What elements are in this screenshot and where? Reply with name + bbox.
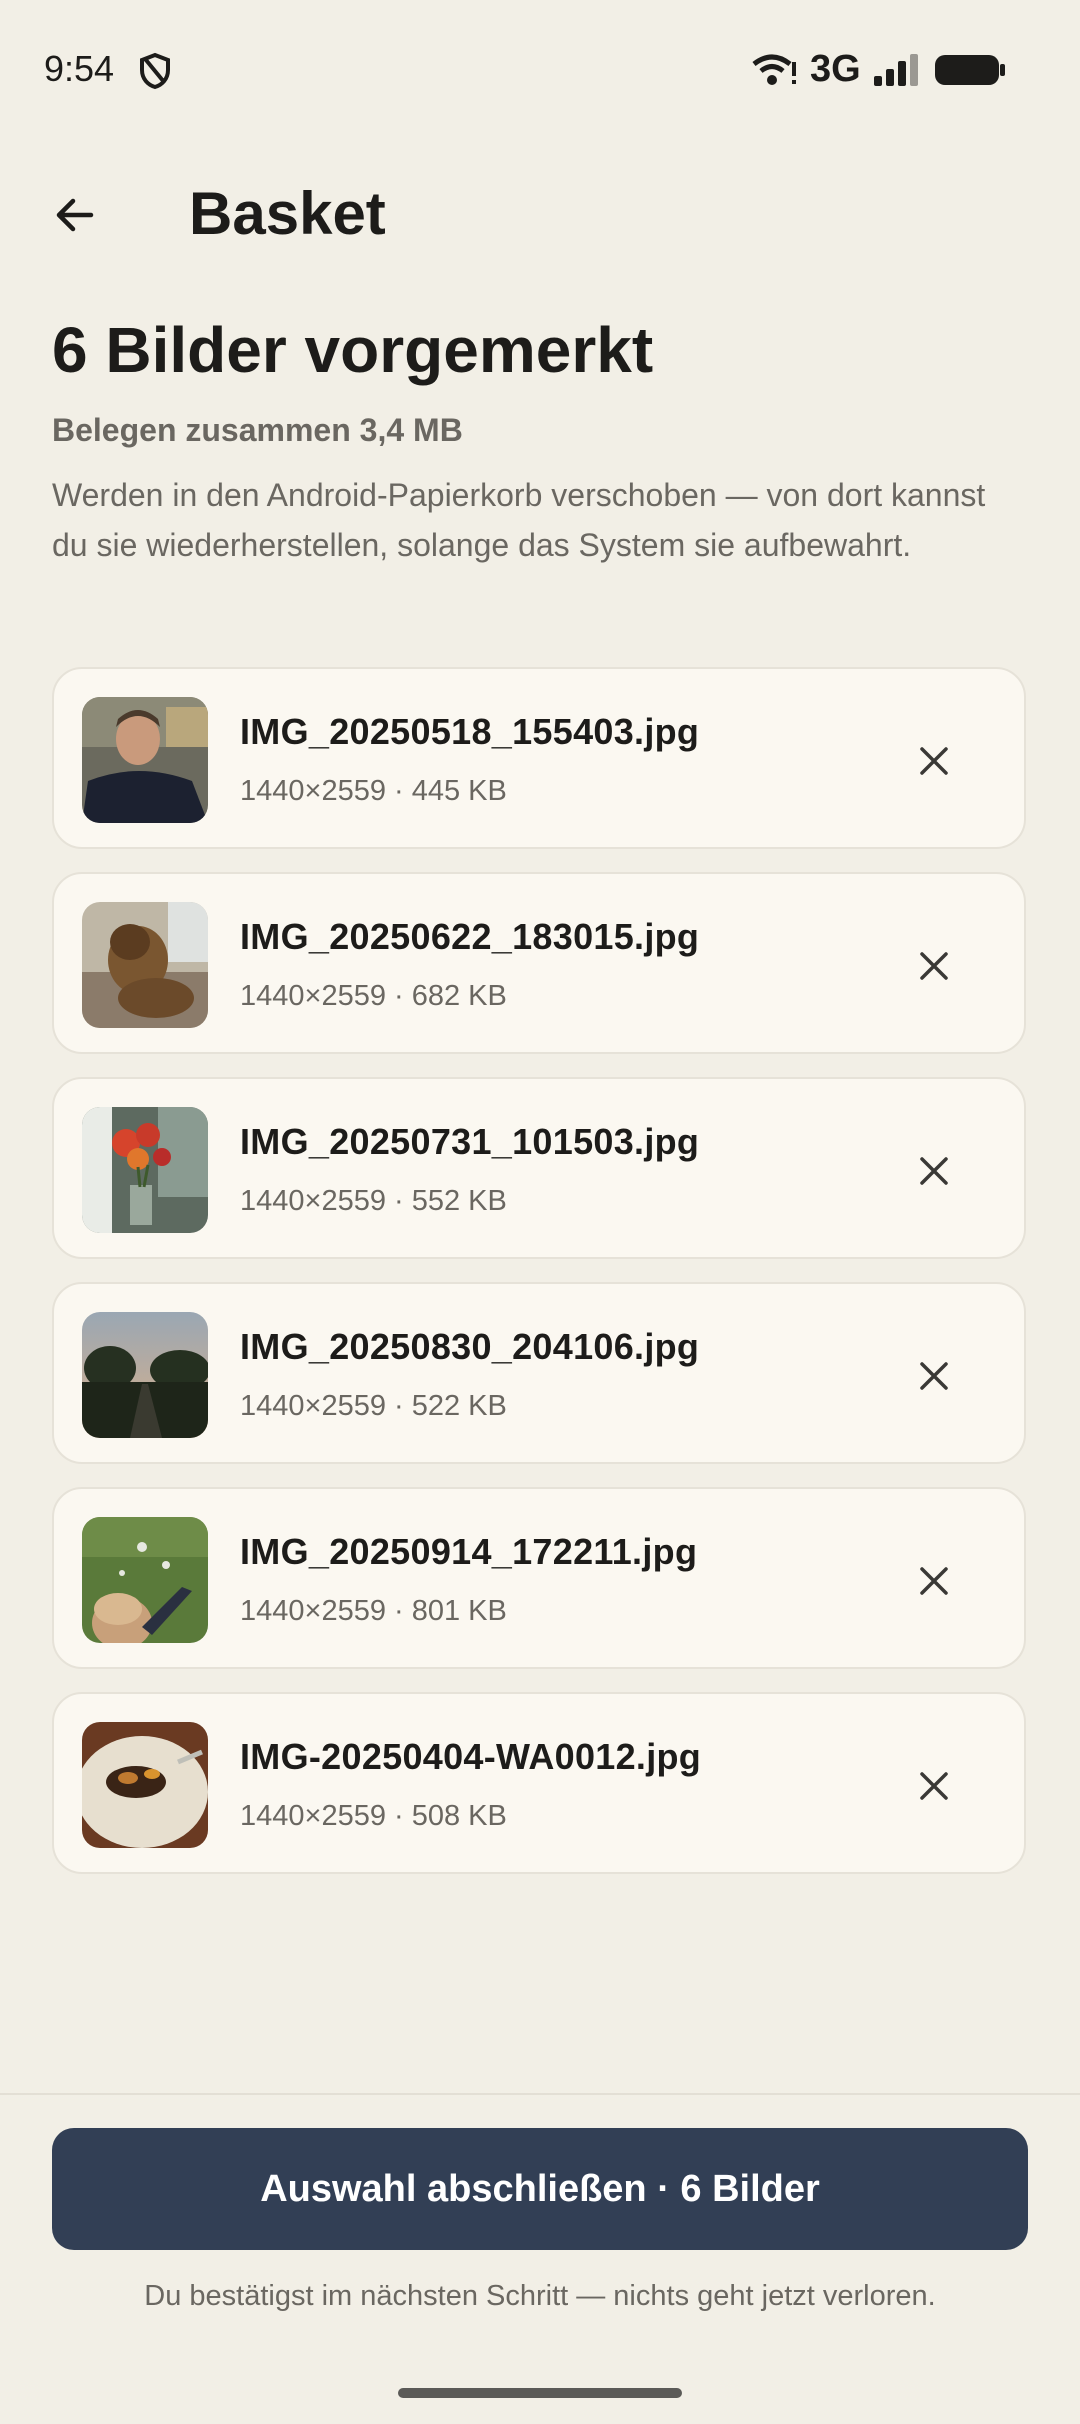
app-title: Basket: [189, 180, 386, 247]
close-icon: [920, 952, 948, 980]
file-meta: 1440×2559 · 522 KB: [240, 1390, 507, 1422]
file-meta: 1440×2559 · 445 KB: [240, 775, 507, 807]
close-icon: [920, 1362, 948, 1390]
size-summary: Belegen zusammen 3,4 MB: [52, 412, 463, 448]
remove-button[interactable]: [904, 936, 964, 996]
remove-button[interactable]: [904, 1346, 964, 1406]
arrow-left-icon: [56, 198, 94, 232]
shield-icon: [138, 52, 172, 90]
thumbnail-image: [82, 697, 208, 823]
file-card[interactable]: IMG_20250622_183015.jpg 1440×2559 · 682 …: [52, 872, 1026, 1054]
battery-icon: [934, 54, 1006, 86]
remove-button[interactable]: [904, 1141, 964, 1201]
bottom-divider: [0, 2093, 1080, 2095]
file-name: IMG_20250622_183015.jpg: [240, 916, 700, 957]
back-button[interactable]: [40, 180, 110, 250]
status-bar: 9:54 3G: [0, 0, 1080, 140]
file-name: IMG-20250404-WA0012.jpg: [240, 1736, 702, 1777]
file-list: IMG_20250518_155403.jpg 1440×2559 · 445 …: [52, 667, 1026, 1897]
remove-button[interactable]: [904, 1551, 964, 1611]
file-card[interactable]: IMG-20250404-WA0012.jpg 1440×2559 · 508 …: [52, 1692, 1026, 1874]
status-time: 9:54: [44, 48, 115, 89]
file-name: IMG_20250518_155403.jpg: [240, 711, 700, 752]
thumbnail-image: [82, 1312, 208, 1438]
thumbnail-image: [82, 902, 208, 1028]
thumbnail-image: [82, 1722, 208, 1848]
thumbnail-image: [82, 1107, 208, 1233]
file-name: IMG_20250830_204106.jpg: [240, 1326, 700, 1367]
remove-button[interactable]: [904, 731, 964, 791]
wifi-icon: [752, 52, 798, 88]
confirm-selection-button[interactable]: Auswahl abschließen · 6 Bilder: [52, 2128, 1028, 2250]
close-icon: [920, 1772, 948, 1800]
thumbnail-image: [82, 1517, 208, 1643]
close-icon: [920, 1567, 948, 1595]
close-icon: [920, 1157, 948, 1185]
footnote-text: Du bestätigst im nächsten Schritt — nich…: [144, 2280, 936, 2312]
file-card[interactable]: IMG_20250830_204106.jpg 1440×2559 · 522 …: [52, 1282, 1026, 1464]
home-indicator[interactable]: [398, 2388, 682, 2398]
file-meta: 1440×2559 · 801 KB: [240, 1595, 507, 1627]
close-icon: [920, 747, 948, 775]
file-meta: 1440×2559 · 682 KB: [240, 980, 507, 1012]
network-type-label: 3G: [810, 48, 861, 90]
file-card[interactable]: IMG_20250731_101503.jpg 1440×2559 · 552 …: [52, 1077, 1026, 1259]
page-title: 6 Bilder vorgemerkt: [52, 314, 654, 386]
signal-icon: [872, 52, 922, 88]
file-card[interactable]: IMG_20250914_172211.jpg 1440×2559 · 801 …: [52, 1487, 1026, 1669]
description-text: Werden in den Android-Papierkorb verscho…: [52, 477, 986, 563]
file-meta: 1440×2559 · 508 KB: [240, 1800, 507, 1832]
file-name: IMG_20250914_172211.jpg: [240, 1531, 698, 1572]
file-card[interactable]: IMG_20250518_155403.jpg 1440×2559 · 445 …: [52, 667, 1026, 849]
remove-button[interactable]: [904, 1756, 964, 1816]
file-meta: 1440×2559 · 552 KB: [240, 1185, 507, 1217]
file-name: IMG_20250731_101503.jpg: [240, 1121, 700, 1162]
